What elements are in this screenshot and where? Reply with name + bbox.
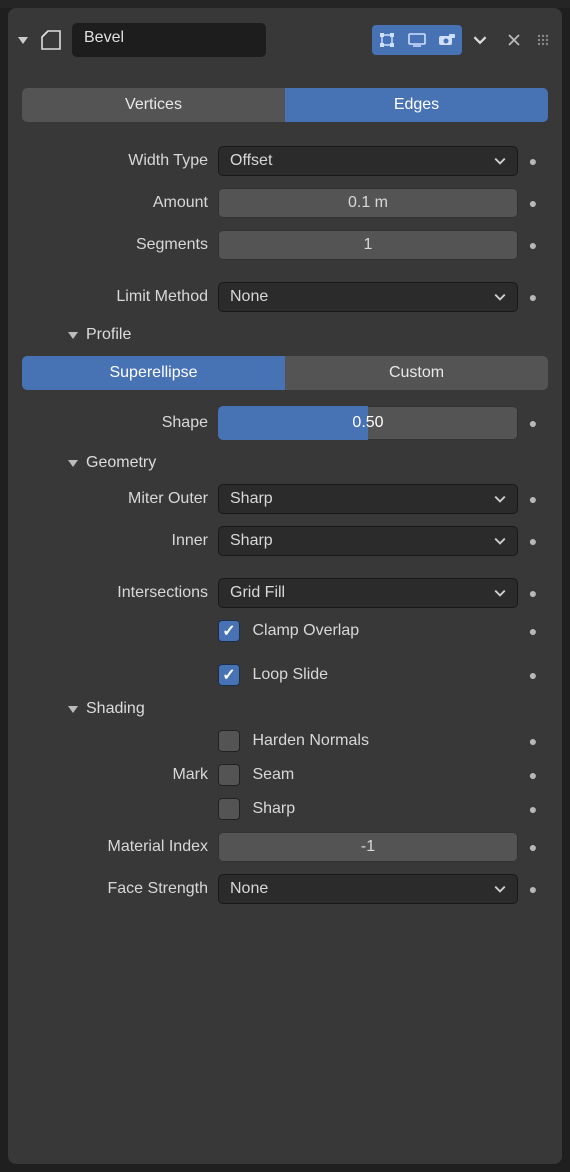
decorator-dot[interactable]: ● — [518, 801, 548, 817]
amount-field[interactable]: 0.1 m — [218, 188, 518, 218]
shape-label: Shape — [22, 414, 218, 432]
miter-inner-select[interactable]: Sharp — [218, 526, 518, 556]
panel-header: Bevel — [8, 8, 562, 72]
decorator-dot[interactable]: ● — [518, 733, 548, 749]
face-strength-label: Face Strength — [22, 880, 218, 898]
shading-section-header[interactable]: Shading — [22, 692, 548, 724]
profile-superellipse-option[interactable]: Superellipse — [22, 356, 285, 390]
disclosure-triangle-icon — [68, 704, 78, 714]
mark-label: Mark — [22, 766, 218, 784]
miter-outer-label: Miter Outer — [22, 490, 218, 508]
limit-method-label: Limit Method — [22, 288, 218, 306]
intersections-select[interactable]: Grid Fill — [218, 578, 518, 608]
width-type-label: Width Type — [22, 152, 218, 170]
miter-inner-value: Sharp — [230, 532, 273, 550]
miter-outer-select[interactable]: Sharp — [218, 484, 518, 514]
display-editmode-icon[interactable] — [372, 25, 402, 55]
miter-outer-value: Sharp — [230, 490, 273, 508]
mark-seam-label: Seam — [252, 766, 294, 784]
chevron-down-icon — [494, 587, 506, 599]
affect-mode-row: Vertices Edges — [22, 88, 548, 122]
miter-inner-label: Inner — [22, 532, 218, 550]
chevron-down-icon — [494, 535, 506, 547]
loop-slide-checkbox[interactable]: ✓ — [218, 664, 240, 686]
disclosure-triangle-icon — [68, 458, 78, 468]
modifier-name-field[interactable]: Bevel — [72, 23, 266, 57]
segments-label: Segments — [22, 236, 218, 254]
mark-sharp-checkbox[interactable] — [218, 798, 240, 820]
disclosure-triangle-icon — [68, 330, 78, 340]
chevron-down-icon — [494, 883, 506, 895]
mark-sharp-label: Sharp — [252, 800, 295, 818]
harden-normals-label: Harden Normals — [252, 732, 368, 750]
decorator-dot[interactable]: ● — [518, 533, 548, 549]
display-realtime-icon[interactable] — [402, 25, 432, 55]
decorator-dot[interactable]: ● — [518, 623, 548, 639]
modifier-bevel-icon — [36, 25, 66, 55]
geometry-section-header[interactable]: Geometry — [22, 446, 548, 478]
affect-vertices-option[interactable]: Vertices — [22, 88, 285, 122]
close-icon[interactable] — [504, 30, 524, 50]
material-index-label: Material Index — [22, 838, 218, 856]
decorator-dot[interactable]: ● — [518, 839, 548, 855]
collapse-toggle-icon[interactable] — [16, 35, 30, 45]
geometry-section-label: Geometry — [86, 454, 156, 472]
width-type-select[interactable]: Offset — [218, 146, 518, 176]
mark-seam-checkbox[interactable] — [218, 764, 240, 786]
display-toggle-group — [372, 25, 462, 55]
drag-handle-icon[interactable] — [536, 33, 554, 47]
display-render-icon[interactable] — [432, 25, 462, 55]
decorator-dot[interactable]: ● — [518, 195, 548, 211]
width-type-value: Offset — [230, 152, 272, 170]
intersections-value: Grid Fill — [230, 584, 285, 602]
limit-method-select[interactable]: None — [218, 282, 518, 312]
chevron-down-icon — [494, 155, 506, 167]
decorator-dot[interactable]: ● — [518, 881, 548, 897]
profile-section-label: Profile — [86, 326, 131, 344]
affect-segmented-control: Vertices Edges — [22, 88, 548, 122]
loop-slide-label: Loop Slide — [252, 666, 328, 684]
intersections-label: Intersections — [22, 584, 218, 602]
harden-normals-checkbox[interactable] — [218, 730, 240, 752]
decorator-dot[interactable]: ● — [518, 767, 548, 783]
material-index-field[interactable]: -1 — [218, 832, 518, 862]
decorator-dot[interactable]: ● — [518, 415, 548, 431]
shape-slider[interactable]: 0.50 — [218, 406, 518, 440]
decorator-dot[interactable]: ● — [518, 289, 548, 305]
decorator-dot[interactable]: ● — [518, 667, 548, 683]
decorator-dot[interactable]: ● — [518, 491, 548, 507]
shading-section-label: Shading — [86, 700, 145, 718]
limit-method-value: None — [230, 288, 268, 306]
header-dropdown-icon[interactable] — [468, 25, 492, 55]
amount-label: Amount — [22, 194, 218, 212]
profile-type-segmented: Superellipse Custom — [22, 356, 548, 390]
decorator-dot[interactable]: ● — [518, 237, 548, 253]
profile-section-header[interactable]: Profile — [22, 318, 548, 350]
shape-value: 0.50 — [218, 406, 518, 440]
bevel-modifier-panel: Bevel — [8, 8, 562, 1164]
decorator-dot[interactable]: ● — [518, 585, 548, 601]
face-strength-value: None — [230, 880, 268, 898]
decorator-dot[interactable]: ● — [518, 153, 548, 169]
segments-field[interactable]: 1 — [218, 230, 518, 260]
profile-custom-option[interactable]: Custom — [285, 356, 548, 390]
face-strength-select[interactable]: None — [218, 874, 518, 904]
clamp-overlap-checkbox[interactable]: ✓ — [218, 620, 240, 642]
clamp-overlap-label: Clamp Overlap — [252, 622, 359, 640]
chevron-down-icon — [494, 493, 506, 505]
chevron-down-icon — [494, 291, 506, 303]
affect-edges-option[interactable]: Edges — [285, 88, 548, 122]
